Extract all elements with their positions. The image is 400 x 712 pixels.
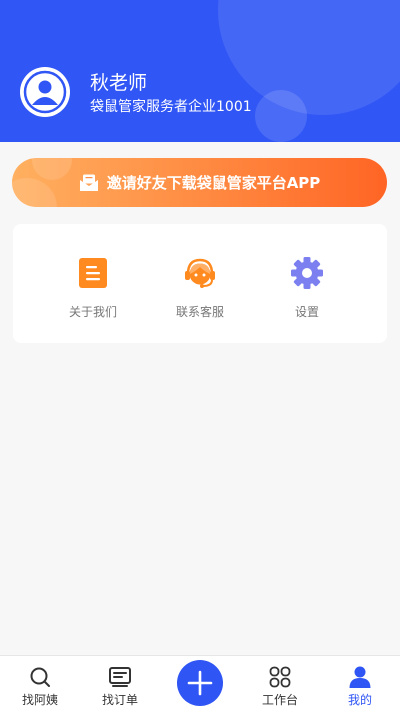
- person-icon: [349, 666, 371, 688]
- envelope-icon: [79, 174, 98, 191]
- avatar[interactable]: [20, 67, 70, 117]
- about-us-button[interactable]: 关于我们: [33, 224, 153, 343]
- workbench-icon: [269, 666, 291, 688]
- profile-header: 秋老师 袋鼠管家服务者企业1001: [0, 0, 400, 142]
- invite-banner-button[interactable]: 邀请好友下载袋鼠管家平台APP: [12, 158, 387, 207]
- tab-mine[interactable]: 我的: [320, 656, 400, 712]
- user-name: 秋老师: [90, 72, 148, 94]
- header-decoration-circle: [255, 90, 307, 142]
- tab-label: 找阿姨: [21, 693, 58, 707]
- search-icon: [30, 667, 50, 687]
- tab-find-aunt[interactable]: 找阿姨: [0, 656, 80, 712]
- settings-button[interactable]: 设置: [247, 224, 367, 343]
- tab-workbench[interactable]: 工作台: [240, 656, 320, 712]
- company-name: 袋鼠管家服务者企业1001: [90, 99, 252, 115]
- tab-label: 我的: [347, 693, 372, 707]
- customer-service-button[interactable]: 联系客服: [140, 224, 260, 343]
- tab-label: 找订单: [101, 693, 138, 707]
- invite-banner-label: 邀请好友下载袋鼠管家平台APP: [106, 174, 321, 192]
- tab-label: 工作台: [261, 693, 298, 707]
- banner-decoration: [12, 178, 57, 207]
- add-button[interactable]: [177, 660, 223, 706]
- headset-icon: [185, 258, 215, 288]
- document-icon: [79, 258, 107, 288]
- menu-card: 关于我们 联系客服 设置: [13, 224, 387, 343]
- gear-icon: [291, 257, 323, 289]
- customer-service-label: 联系客服: [175, 305, 224, 319]
- tab-find-order[interactable]: 找订单: [80, 656, 160, 712]
- about-us-label: 关于我们: [68, 305, 117, 319]
- banner-decoration: [32, 158, 72, 180]
- settings-label: 设置: [294, 305, 319, 319]
- user-avatar-icon: [21, 68, 69, 116]
- plus-icon: [187, 670, 213, 696]
- order-list-icon: [109, 667, 131, 687]
